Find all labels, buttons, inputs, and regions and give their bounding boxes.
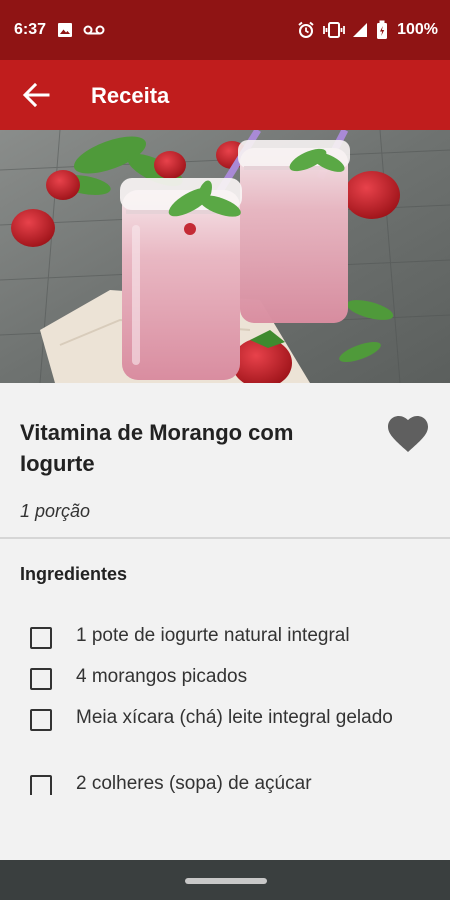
recipe-details: Vitamina de Morango com Iogurte 1 porção… — [0, 383, 450, 795]
recipe-image — [0, 130, 450, 383]
ingredient-text: Meia xícara (chá) leite integral gelado — [76, 707, 393, 728]
ingredient-checkbox[interactable] — [30, 627, 52, 649]
battery-icon — [377, 20, 387, 39]
battery-percentage: 100% — [397, 21, 438, 38]
home-gesture-handle[interactable] — [185, 878, 267, 884]
ingredient-checkbox[interactable] — [30, 709, 52, 731]
arrow-left-icon[interactable] — [22, 82, 50, 108]
app-bar: Receita — [0, 60, 450, 130]
ingredient-checkbox[interactable] — [30, 668, 52, 690]
divider — [0, 537, 450, 539]
portion-count: 1 porção — [20, 501, 91, 521]
image-icon — [58, 23, 72, 37]
page-title: Receita — [91, 83, 170, 108]
ingredients-heading: Ingredientes — [20, 564, 128, 584]
ingredient-text: 4 morangos picados — [76, 666, 248, 687]
status-time: 6:37 — [14, 21, 47, 38]
ingredient-text: 2 colheres (sopa) de açúcar — [76, 773, 312, 794]
alarm-icon — [298, 21, 314, 38]
system-navigation-bar — [0, 860, 450, 900]
ingredient-text: 1 pote de iogurte natural integral — [76, 625, 350, 646]
signal-icon — [353, 23, 367, 37]
recipe-title: Vitamina de Morango com Iogurte — [20, 420, 294, 476]
vibrate-icon — [323, 22, 345, 38]
strawberry-smoothie-image — [0, 130, 450, 383]
ingredient-checkbox[interactable] — [30, 775, 52, 795]
status-bar: 6:37 100% — [0, 0, 450, 60]
heart-icon[interactable] — [386, 414, 430, 454]
voicemail-icon — [83, 25, 105, 35]
